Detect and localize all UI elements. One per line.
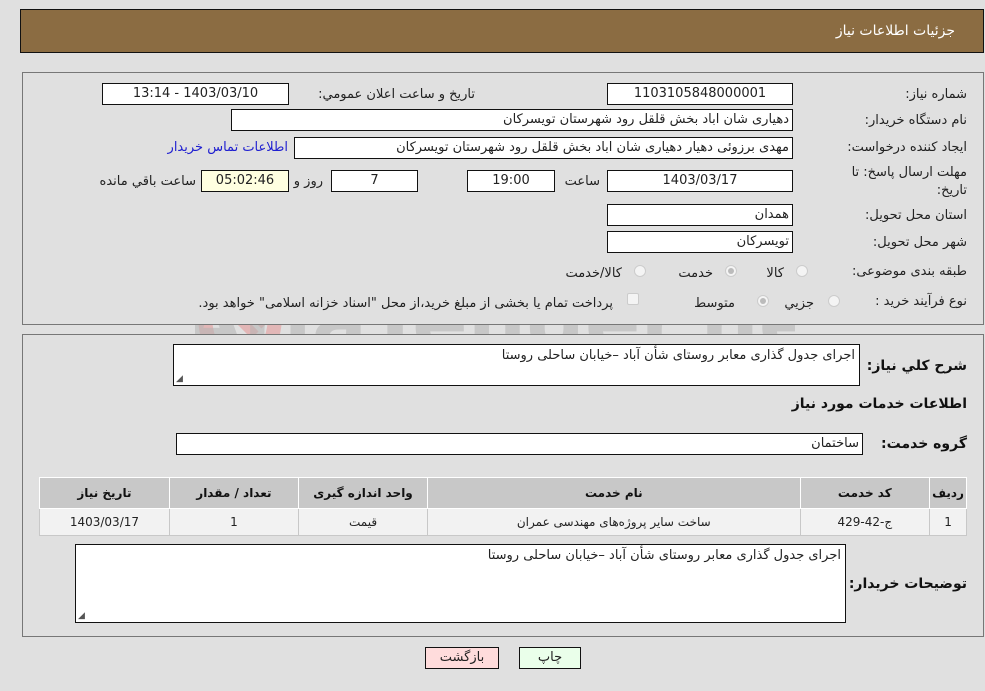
process-radio-minor[interactable] xyxy=(828,295,840,307)
category-radio-goods-service[interactable] xyxy=(634,265,646,277)
province-label: استان محل تحویل: xyxy=(865,208,967,223)
table-row: 1 ج-42-429 ساخت سایر پروژه‌های مهندسی عم… xyxy=(39,508,967,536)
summary-text: اجرای جدول گذاری معابر روستای شأن آباد –… xyxy=(501,348,855,363)
cell-row-number: 1 xyxy=(929,508,967,536)
cell-service-code: ج-42-429 xyxy=(799,508,931,536)
deadline-date-field: 1403/03/17 xyxy=(607,170,793,192)
category-option-goods: کالا xyxy=(766,266,784,281)
cell-need-date: 1403/03/17 xyxy=(39,508,170,536)
announce-datetime-label: تاریخ و ساعت اعلان عمومي: xyxy=(318,87,475,102)
page-header: جزئیات اطلاعات نیاز xyxy=(20,9,984,53)
print-button[interactable]: چاپ xyxy=(519,647,581,669)
remaining-time-field: 05:02:46 xyxy=(201,170,289,192)
cell-unit: قیمت xyxy=(297,508,429,536)
deadline-label-line1: مهلت ارسال پاسخ: تا xyxy=(851,165,967,180)
need-number-label: شماره نیاز: xyxy=(905,87,967,102)
process-radio-medium[interactable] xyxy=(757,295,769,307)
cell-quantity: 1 xyxy=(168,508,299,536)
category-radio-service[interactable] xyxy=(725,265,737,277)
services-section-title: اطلاعات خدمات مورد نیاز xyxy=(791,396,967,412)
deadline-label-line2: تاریخ: xyxy=(936,183,967,198)
col-need-date: تاریخ نیاز xyxy=(39,477,170,509)
process-option-minor: جزیي xyxy=(784,296,814,311)
announce-datetime-field: 1403/03/10 - 13:14 xyxy=(102,83,289,105)
col-service-name: نام خدمت xyxy=(427,477,801,509)
process-option-medium: متوسط xyxy=(694,296,735,311)
deadline-time-field: 19:00 xyxy=(467,170,555,192)
cell-service-name: ساخت سایر پروژه‌های مهندسی عمران xyxy=(427,508,801,536)
col-unit: واحد اندازه گیری xyxy=(297,477,429,509)
back-button[interactable]: بازگشت xyxy=(425,647,499,669)
service-group-label: گروه خدمت: xyxy=(881,436,967,452)
remaining-time-label: ساعت باقي مانده xyxy=(99,174,196,189)
treasury-note: پرداخت تمام یا بخشی از مبلغ خرید،از محل … xyxy=(198,296,613,311)
summary-textarea[interactable]: اجرای جدول گذاری معابر روستای شأن آباد –… xyxy=(173,344,860,386)
city-field: تویسرکان xyxy=(607,231,793,253)
province-field: همدان xyxy=(607,204,793,226)
page-title: جزئیات اطلاعات نیاز xyxy=(835,23,955,39)
days-label: روز و xyxy=(293,174,323,189)
col-quantity: تعداد / مقدار xyxy=(168,477,299,509)
category-option-service: خدمت xyxy=(678,266,713,281)
table-header-row: ردیف کد خدمت نام خدمت واحد اندازه گیری ت… xyxy=(39,477,967,509)
requester-label: ایجاد کننده درخواست: xyxy=(847,140,967,155)
buyer-notes-textarea[interactable]: اجرای جدول گذاری معابر روستای شأن آباد –… xyxy=(75,544,846,623)
resize-handle-icon[interactable]: ◢ xyxy=(176,374,183,384)
services-table: ردیف کد خدمت نام خدمت واحد اندازه گیری ت… xyxy=(39,477,967,536)
remaining-days-field: 7 xyxy=(331,170,418,192)
resize-handle-icon[interactable]: ◢ xyxy=(78,611,85,621)
process-label: نوع فرآیند خرید : xyxy=(875,294,967,309)
city-label: شهر محل تحویل: xyxy=(872,235,967,250)
buyer-notes-text: اجرای جدول گذاری معابر روستای شأن آباد –… xyxy=(487,548,841,563)
col-service-code: کد خدمت xyxy=(799,477,931,509)
category-option-goods-service: کالا/خدمت xyxy=(565,266,622,281)
category-label: طبقه بندی موضوعی: xyxy=(851,264,967,279)
treasury-checkbox[interactable] xyxy=(627,293,639,305)
need-number-field: 1103105848000001 xyxy=(607,83,793,105)
buyer-notes-label: توضیحات خریدار: xyxy=(848,576,967,592)
service-group-field: ساختمان xyxy=(176,433,863,455)
col-row-number: ردیف xyxy=(929,477,967,509)
deadline-time-label: ساعت xyxy=(564,174,600,189)
requester-field: مهدی برزوئی دهیار دهیاری شان اباد بخش قل… xyxy=(294,137,793,159)
buyer-org-field: دهیاری شان اباد بخش قلقل رود شهرستان توی… xyxy=(231,109,793,131)
buyer-contact-link[interactable]: اطلاعات تماس خریدار xyxy=(168,140,288,155)
category-radio-goods[interactable] xyxy=(796,265,808,277)
summary-label: شرح کلي نیاز: xyxy=(866,358,967,374)
buyer-org-label: نام دستگاه خریدار: xyxy=(864,113,967,128)
